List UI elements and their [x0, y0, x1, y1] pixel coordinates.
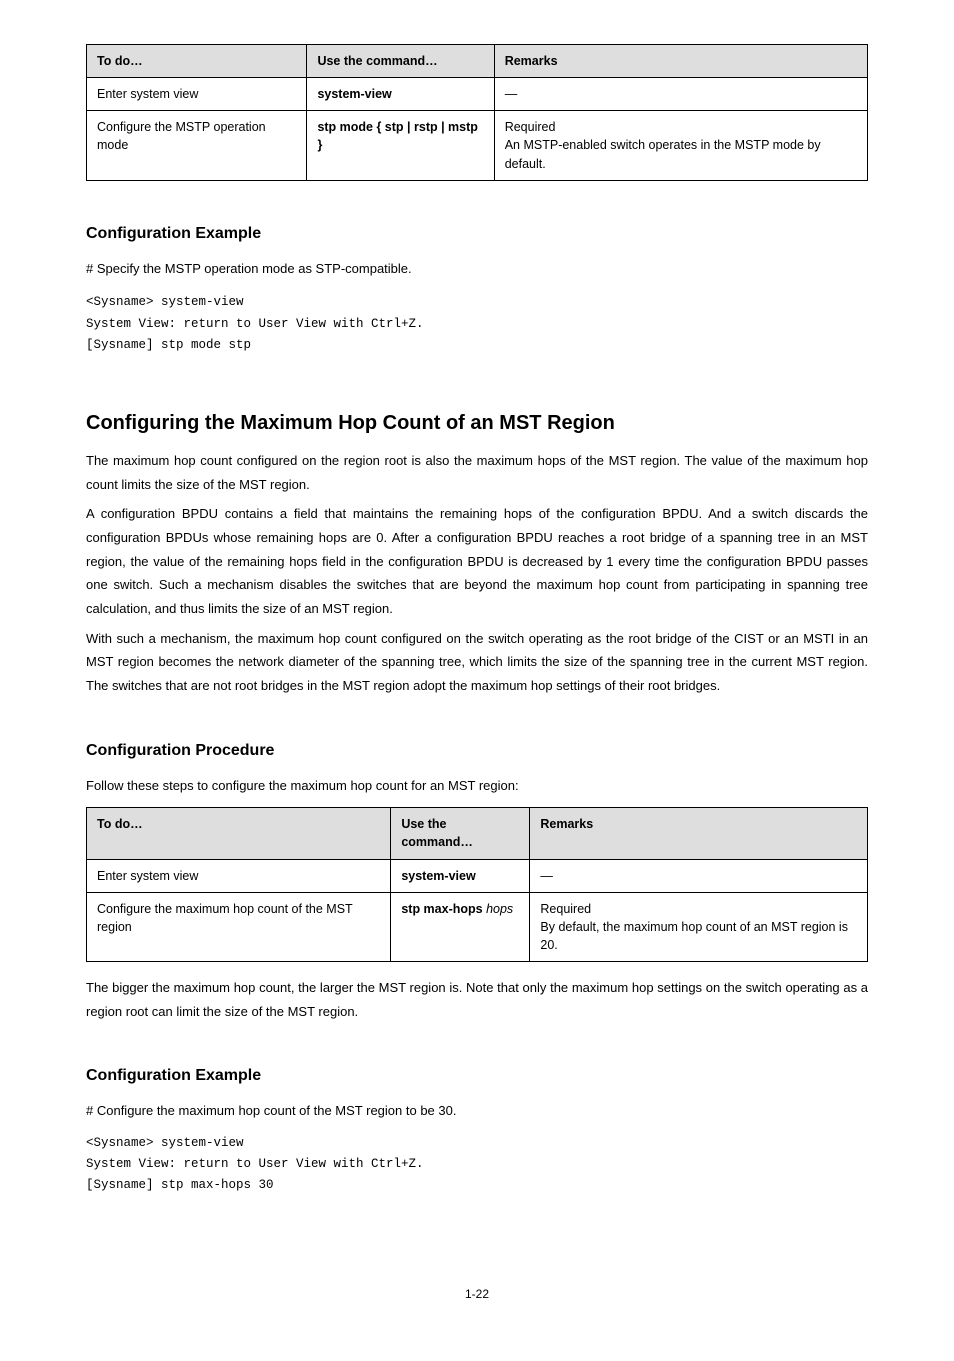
table1-r1-c2: RequiredAn MSTP-enabled switch operates …	[494, 111, 867, 180]
table2-header-0: To do…	[87, 808, 391, 859]
table2-intro: Follow these steps to configure the maxi…	[86, 774, 868, 798]
section-para-2: With such a mechanism, the maximum hop c…	[86, 627, 868, 698]
table1-r1-c1: stp mode { stp | rstp | mstp }	[307, 111, 494, 180]
section-para-0: The maximum hop count configured on the …	[86, 449, 868, 496]
table-row: Enter system view system-view —	[87, 859, 868, 892]
heading-max-hop-count: Configuring the Maximum Hop Count of an …	[86, 412, 868, 435]
table1-r0-c1: system-view	[307, 78, 494, 111]
after-note: The bigger the maximum hop count, the la…	[86, 976, 868, 1023]
example1-intro: # Specify the MSTP operation mode as STP…	[86, 257, 868, 281]
section-para-1: A configuration BPDU contains a field th…	[86, 502, 868, 620]
table1-r0-c0: Enter system view	[87, 78, 307, 111]
table2-r0-c0: Enter system view	[87, 859, 391, 892]
table2-r1-c1: stp max-hops hops	[391, 892, 530, 961]
table2-r1-c1-italic: hops	[486, 902, 513, 916]
table1-r0-c2: —	[494, 78, 867, 111]
table2-r1-c1-prefix: stp max-hops	[401, 902, 486, 916]
example2-code-block: <Sysname> system-view System View: retur…	[86, 1133, 868, 1197]
code-line: [Sysname] stp max-hops 30	[86, 1175, 868, 1196]
table-max-hop-count: To do… Use the command… Remarks Enter sy…	[86, 807, 868, 962]
code-line: System View: return to User View with Ct…	[86, 314, 868, 335]
table2-header-1: Use the command…	[391, 808, 530, 859]
code-line: [Sysname] stp mode stp	[86, 335, 868, 356]
code-line: <Sysname> system-view	[86, 292, 868, 313]
table-row: Configure the MSTP operation mode stp mo…	[87, 111, 868, 180]
table2-r0-c1: system-view	[391, 859, 530, 892]
table-row: Enter system view system-view —	[87, 78, 868, 111]
table1-r1-c0: Configure the MSTP operation mode	[87, 111, 307, 180]
page-number: 1-22	[86, 1287, 868, 1301]
heading-config-example-1: Configuration Example	[86, 225, 868, 243]
table2-header-2: Remarks	[530, 808, 868, 859]
example1-code-block: <Sysname> system-view System View: retur…	[86, 292, 868, 356]
table-mstp-operation-mode: To do… Use the command… Remarks Enter sy…	[86, 44, 868, 181]
table1-header-1: Use the command…	[307, 45, 494, 78]
heading-config-procedure: Configuration Procedure	[86, 742, 868, 760]
table2-r0-c2: —	[530, 859, 868, 892]
example2-intro: # Configure the maximum hop count of the…	[86, 1099, 868, 1123]
code-line: <Sysname> system-view	[86, 1133, 868, 1154]
heading-config-example-2: Configuration Example	[86, 1067, 868, 1085]
table1-header-2: Remarks	[494, 45, 867, 78]
table2-r1-c0: Configure the maximum hop count of the M…	[87, 892, 391, 961]
table1-header-0: To do…	[87, 45, 307, 78]
table2-r1-c2: RequiredBy default, the maximum hop coun…	[530, 892, 868, 961]
table-row: Configure the maximum hop count of the M…	[87, 892, 868, 961]
code-line: System View: return to User View with Ct…	[86, 1154, 868, 1175]
